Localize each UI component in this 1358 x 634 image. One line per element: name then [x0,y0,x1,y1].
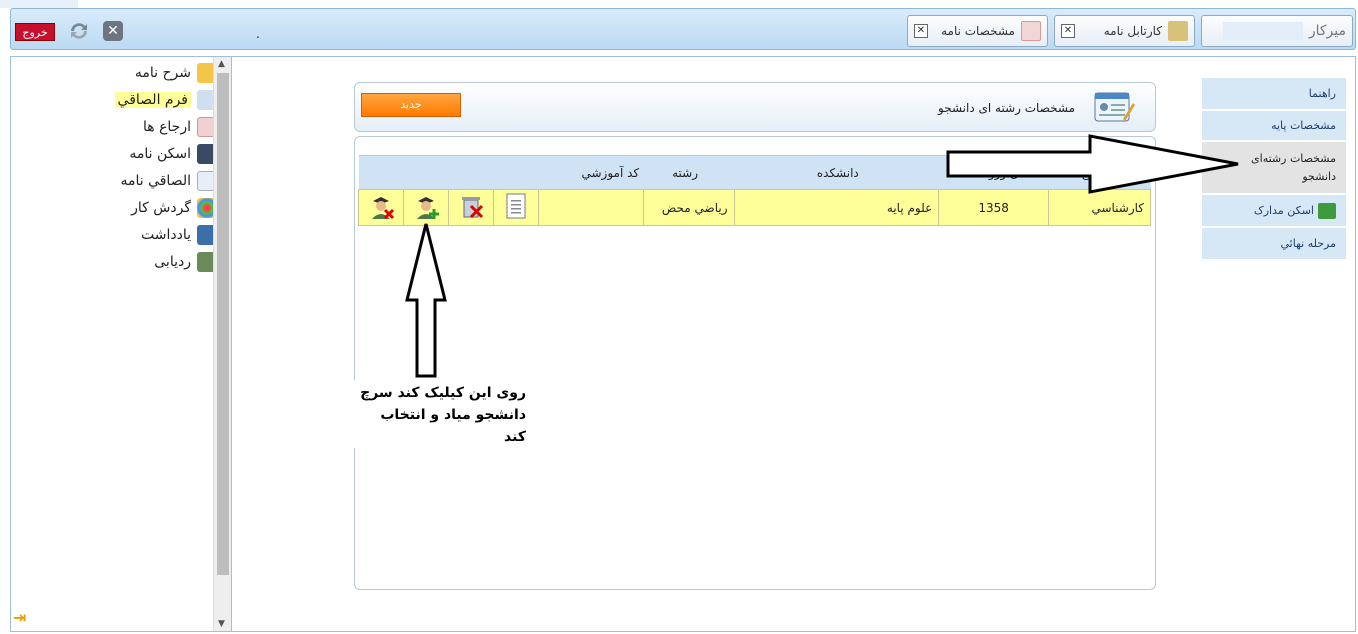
sidebar-item-label: يادداشت [141,227,191,243]
sidebar-item-label: فرم الصاقي [114,92,191,108]
tab-close-icon[interactable]: ✕ [1061,24,1075,38]
menu-basic-info[interactable]: مشخصات پايه [1202,111,1346,141]
header-actions [358,155,539,190]
sidebar-item-label: شرح نامه [134,65,191,81]
panel-title: مشخصات رشته ای دانشجو [938,101,1075,115]
form-icon [1021,21,1041,41]
menu-final-step[interactable]: مرحله نهائي [1202,228,1346,260]
sidebar-item-scan[interactable]: اسکن نامه [129,142,217,166]
tab-close-icon[interactable]: ✕ [914,24,928,38]
student-major-table: کد آموزشي رشته دانشکده سال ورود مقطع ريا… [358,155,1151,226]
tab-mirkar[interactable]: ميركار [1201,15,1353,47]
new-button[interactable]: جديد [361,93,461,117]
cell-faculty: علوم پايه [733,189,940,226]
refresh-icon[interactable] [67,19,91,43]
header-entry-year: سال ورود [938,155,1049,190]
header-code: کد آموزشي [538,155,644,190]
scroll-thumb[interactable] [217,73,229,575]
menu-label: راهنما [1308,87,1336,100]
tab-label: كارتابل نامه [1103,24,1162,38]
close-icon[interactable]: ✕ [103,21,123,41]
top-toolbar: خروج ✕ . ميركار كارتابل نامه ✕ مشخصات نا… [10,8,1356,50]
add-student-icon[interactable] [412,192,440,220]
scroll-down-arrow[interactable]: ▼ [218,619,225,629]
scroll-up-arrow[interactable]: ▲ [218,59,225,69]
sidebar-item-erja[interactable]: ارجاع ها [143,115,217,139]
add-student-cell[interactable] [402,189,449,226]
annotation-line-1: روی این کیلیک کند سرچ [360,385,526,401]
box-icon [1168,21,1188,41]
menu-label: مشخصات پايه [1271,119,1336,132]
sidebar-item-attach-letter[interactable]: الصاقي نامه [120,169,217,193]
cell-degree: کارشناسي [1048,189,1151,226]
trash-delete-icon[interactable] [457,192,485,220]
details-cell[interactable] [492,189,539,226]
menu-label: اسکن مدارک [1253,204,1314,217]
sidebar-item-form[interactable]: فرم الصاقي [114,88,217,112]
menu-help[interactable]: راهنما [1202,78,1346,110]
table-row[interactable]: رياضي محض علوم پايه 1358 کارشناسي [358,189,1151,226]
remove-student-cell[interactable] [358,189,404,226]
remove-student-icon[interactable] [367,192,395,220]
header-faculty: دانشکده [734,155,939,190]
sidebar-item-note[interactable]: يادداشت [141,223,217,247]
table-header-row: کد آموزشي رشته دانشکده سال ورود مقطع [358,155,1151,190]
sidebar-item-label: ردیابی [154,254,191,270]
printer-icon [1318,202,1336,219]
tab-kartabl[interactable]: كارتابل نامه ✕ [1054,15,1195,47]
annotation-line-2: دانشجو میاد و انتخاب کند [380,407,526,445]
menu-scan-docs[interactable]: اسکن مدارک [1202,195,1346,227]
annotation-text: روی این کیلیک کند سرچ دانشجو میاد و انتخ… [356,382,526,448]
header-major: رشته [643,155,735,190]
collapse-arrow-icon[interactable]: ⇥ [13,608,26,627]
tab-label: مشخصات نامه [941,24,1015,38]
sidebar-item-label: ارجاع ها [142,119,191,135]
top-left-tab [0,0,78,8]
panel-header: جديد مشخصات رشته ای دانشجو [354,82,1156,132]
student-card-icon [1093,89,1135,127]
tab-label: ميركار [1308,23,1346,39]
sidebar-item-label: الصاقي نامه [120,173,191,189]
tab-moshakhasat[interactable]: مشخصات نامه ✕ [907,15,1048,47]
sidebar-item-workflow[interactable]: گردش کار [131,196,217,220]
grid-panel: کد آموزشي رشته دانشکده سال ورود مقطع ريا… [354,136,1156,590]
menu-label: مشخصات رشته‌ای دانشجو [1251,151,1336,183]
delete-cell[interactable] [447,189,494,226]
left-sidebar: شرح نامه فرم الصاقي ارجاع ها اسکن نامه ا… [10,56,232,632]
document-icon[interactable] [504,192,528,220]
sidebar-item-tracking[interactable]: ردیابی [154,250,217,274]
menu-student-major[interactable]: مشخصات رشته‌ای دانشجو [1202,142,1346,194]
cell-code [537,189,644,226]
sidebar-item-label: گردش کار [131,200,191,216]
header-degree: مقطع [1048,155,1151,190]
menu-label: مرحله نهائي [1280,237,1336,250]
sidebar-item-label: اسکن نامه [129,146,191,162]
logout-button[interactable]: خروج [15,23,55,41]
sidebar-scrollbar[interactable]: ▲ ▼ [213,57,231,631]
cell-major: رياضي محض [642,189,735,226]
cell-entry-year: 1358 [938,189,1050,226]
dot-text: . [256,27,260,41]
sidebar-item-sharh[interactable]: شرح نامه [135,61,217,85]
desk-icon [1222,22,1303,40]
